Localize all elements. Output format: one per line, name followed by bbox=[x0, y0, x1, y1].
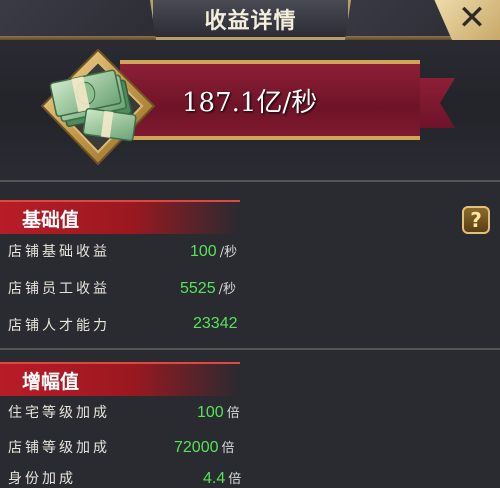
row-value-number: 72000 bbox=[174, 439, 219, 456]
income-rate-banner: 187.1亿/秒 bbox=[120, 60, 420, 140]
row-value: 100 倍 bbox=[197, 402, 240, 422]
help-button[interactable]: ? bbox=[462, 206, 490, 234]
row-value: 72000 倍 bbox=[174, 437, 235, 457]
row-value-number: 23342 bbox=[193, 315, 238, 332]
row-label: 店铺员工收益 bbox=[8, 281, 110, 297]
row-label: 店铺基础收益 bbox=[8, 244, 110, 260]
row-value: 23342 bbox=[193, 315, 241, 333]
title-plate: 收益详情 bbox=[150, 0, 351, 40]
row-value-unit: 倍 bbox=[226, 406, 240, 421]
window-title: 收益详情 bbox=[204, 8, 297, 34]
row-value: 4.4 倍 bbox=[203, 468, 241, 488]
row-label: 店铺人才能力 bbox=[8, 318, 110, 334]
section-title-boost: 增幅值 bbox=[22, 371, 80, 393]
row-value-number: 100 bbox=[197, 404, 224, 421]
section-header-boost: 增幅值 bbox=[0, 362, 240, 396]
row-value: 5525/秒 bbox=[180, 278, 236, 298]
section-title-base: 基础值 bbox=[22, 209, 80, 231]
row-value-number: 100 bbox=[190, 243, 217, 260]
income-rate: 187.1亿/秒 bbox=[182, 87, 318, 118]
row-value: 100/秒 bbox=[190, 241, 237, 261]
row-value-unit: /秒 bbox=[219, 245, 238, 260]
row-value-unit: /秒 bbox=[218, 282, 236, 297]
row-label: 身份加成 bbox=[8, 471, 76, 487]
section-header-base: 基础值 bbox=[0, 200, 240, 234]
row-label: 店铺等级加成 bbox=[8, 440, 110, 456]
money-stack-icon bbox=[40, 48, 156, 166]
divider bbox=[0, 180, 500, 182]
row-value-number: 5525 bbox=[180, 280, 216, 297]
divider bbox=[0, 348, 500, 350]
row-label: 住宅等级加成 bbox=[8, 405, 110, 421]
close-icon[interactable]: ✕ bbox=[452, 0, 492, 38]
row-value-unit: 倍 bbox=[228, 472, 242, 487]
row-value-number: 4.4 bbox=[203, 470, 226, 487]
row-value-unit: 倍 bbox=[221, 441, 235, 456]
